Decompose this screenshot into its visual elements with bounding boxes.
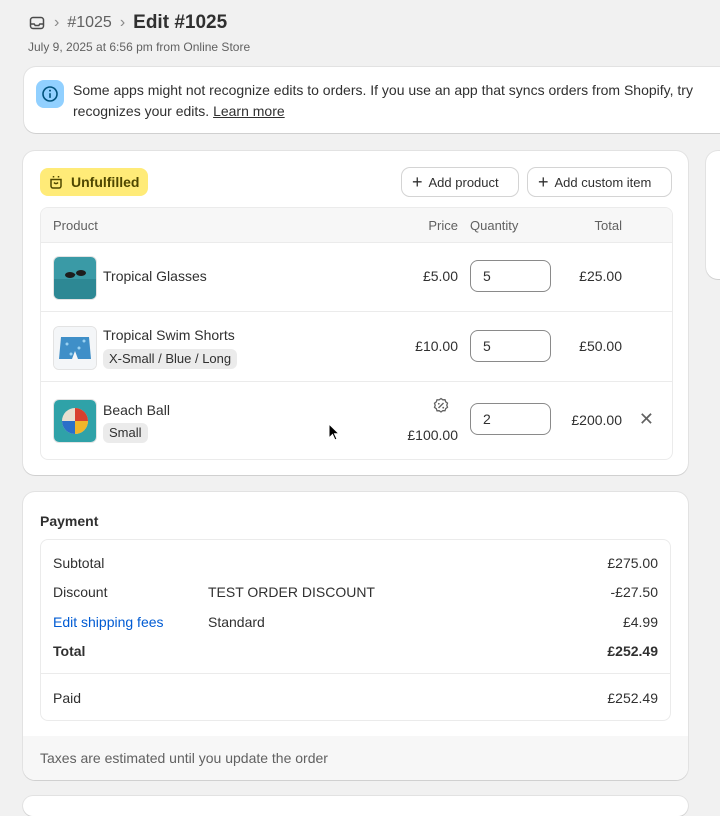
variant-badge: Small bbox=[103, 423, 148, 443]
payment-title: Payment bbox=[40, 513, 99, 529]
banner-line-2: recognizes your edits. bbox=[73, 103, 210, 119]
info-banner: Some apps might not recognize edits to o… bbox=[24, 67, 720, 133]
column-total: Total bbox=[594, 218, 622, 233]
line-total: £50.00 bbox=[579, 338, 622, 354]
column-quantity: Quantity bbox=[470, 218, 519, 233]
line-total: £25.00 bbox=[579, 268, 622, 284]
discount-icon[interactable] bbox=[432, 397, 450, 420]
next-card bbox=[23, 796, 688, 816]
banner-message: Some apps might not recognize edits to o… bbox=[73, 80, 720, 122]
banner-line-1: Some apps might not recognize edits to o… bbox=[73, 82, 693, 98]
quantity-input[interactable] bbox=[470, 330, 551, 362]
status-badge: Unfulfilled bbox=[40, 168, 149, 196]
divider bbox=[41, 673, 670, 674]
add-product-label: Add product bbox=[428, 174, 499, 190]
add-product-button[interactable]: + Add product bbox=[402, 168, 518, 196]
edit-shipping-fees-link[interactable]: Edit shipping fees bbox=[53, 614, 164, 630]
discount-code: TEST ORDER DISCOUNT bbox=[208, 584, 375, 600]
paid-value: £252.49 bbox=[607, 690, 658, 706]
remove-item-icon[interactable]: ✕ bbox=[639, 409, 654, 430]
column-price: Price bbox=[428, 218, 458, 233]
order-items-card: Unfulfilled + Add product + Add custom i… bbox=[23, 151, 688, 475]
product-name[interactable]: Tropical Glasses bbox=[103, 268, 207, 284]
column-product: Product bbox=[53, 218, 98, 233]
table-row: Beach Ball Small £100.00 £200.00 ✕ bbox=[41, 382, 672, 459]
total-value: £252.49 bbox=[607, 643, 658, 659]
chevron-right-icon: › bbox=[119, 14, 126, 31]
payment-card: Payment Subtotal £275.00 Discount TEST O… bbox=[23, 492, 688, 780]
breadcrumb: › #1025 › Edit #1025 bbox=[28, 12, 227, 34]
orders-inbox-icon[interactable] bbox=[28, 14, 46, 32]
shipping-value: £4.99 bbox=[622, 614, 658, 630]
variant-badge: X-Small / Blue / Long bbox=[103, 349, 238, 369]
taxes-note: Taxes are estimated until you update the… bbox=[40, 750, 328, 766]
plus-icon: + bbox=[538, 172, 549, 192]
table-header: Product Price Quantity Total bbox=[41, 208, 672, 243]
plus-icon: + bbox=[412, 172, 423, 192]
paid-label: Paid bbox=[53, 690, 82, 706]
side-card bbox=[706, 151, 720, 279]
discount-value: -£27.50 bbox=[610, 584, 658, 600]
breadcrumb-order-link[interactable]: #1025 bbox=[67, 14, 112, 32]
table-row: Tropical Glasses £5.00 £25.00 bbox=[41, 243, 672, 312]
quantity-input[interactable] bbox=[470, 403, 551, 435]
line-total: £200.00 bbox=[571, 412, 622, 428]
product-thumbnail bbox=[53, 399, 97, 443]
payment-summary: Subtotal £275.00 Discount TEST ORDER DIS… bbox=[40, 539, 671, 721]
quantity-input[interactable] bbox=[470, 260, 551, 292]
status-badge-label: Unfulfilled bbox=[71, 174, 140, 190]
info-icon bbox=[36, 80, 64, 108]
add-custom-item-button[interactable]: + Add custom item bbox=[528, 168, 671, 196]
order-subtitle: July 9, 2025 at 6:56 pm from Online Stor… bbox=[28, 40, 251, 54]
product-price: £100.00 bbox=[407, 427, 458, 443]
payment-footer: Taxes are estimated until you update the… bbox=[23, 736, 688, 780]
page-title: Edit #1025 bbox=[133, 12, 228, 33]
subtotal-value: £275.00 bbox=[607, 555, 658, 571]
discount-label: Discount bbox=[53, 584, 108, 600]
line-items-table: Product Price Quantity Total Tropical Gl… bbox=[40, 207, 673, 460]
product-name[interactable]: Tropical Swim Shorts bbox=[103, 327, 235, 343]
product-thumbnail bbox=[53, 326, 97, 370]
product-thumbnail bbox=[53, 256, 97, 300]
product-price: £10.00 bbox=[415, 338, 458, 354]
total-label: Total bbox=[53, 643, 86, 659]
shipping-method: Standard bbox=[208, 614, 265, 630]
add-custom-item-label: Add custom item bbox=[554, 174, 652, 190]
product-price: £5.00 bbox=[422, 268, 458, 284]
fulfillment-icon bbox=[50, 176, 62, 189]
table-row: Tropical Swim Shorts X-Small / Blue / Lo… bbox=[41, 312, 672, 382]
product-name[interactable]: Beach Ball bbox=[103, 402, 170, 418]
mouse-cursor-icon bbox=[328, 423, 340, 441]
subtotal-label: Subtotal bbox=[53, 555, 105, 571]
chevron-right-icon: › bbox=[54, 14, 60, 31]
learn-more-link[interactable]: Learn more bbox=[213, 103, 285, 119]
